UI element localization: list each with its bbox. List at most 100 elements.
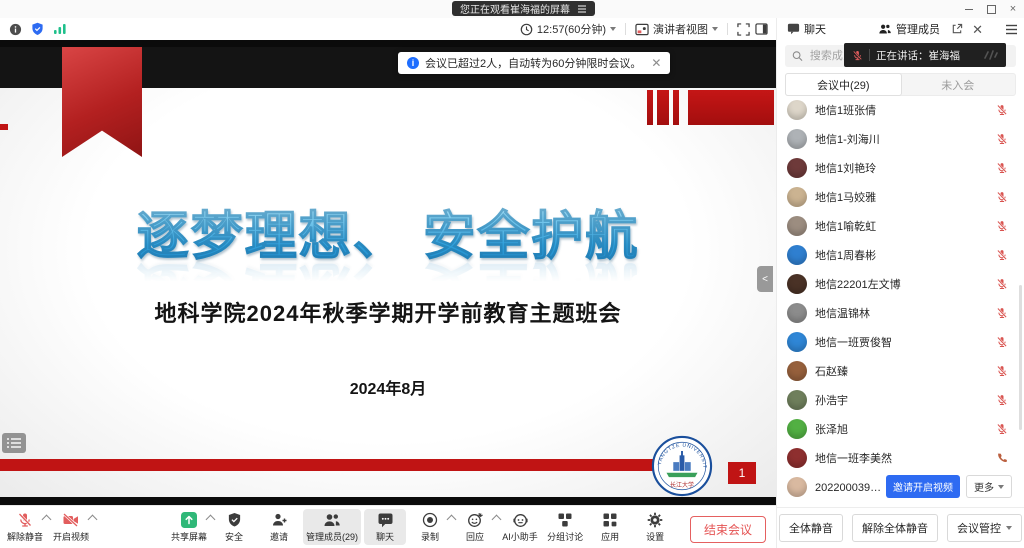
toolbar-item-label: 设置 <box>646 530 664 543</box>
screen-share-icon <box>180 511 198 529</box>
end-meeting-button[interactable]: 结束会议 <box>690 516 766 543</box>
avatar <box>787 361 807 381</box>
toolbar-item-label: 回应 <box>466 530 484 543</box>
network-signal-icon[interactable] <box>53 23 67 35</box>
avatar <box>787 448 807 468</box>
toolbar-item-camera-off[interactable]: 开启视频 <box>50 509 92 545</box>
toolbar-item-label: 邀请 <box>270 530 288 543</box>
panel-header: 聊天 管理成员 ✕ <box>776 18 1024 40</box>
member-status <box>996 133 1008 145</box>
mic-muted-icon <box>996 191 1008 203</box>
member-row[interactable]: 地信1喻乾虹 <box>777 211 1024 240</box>
watching-screen-banner[interactable]: 您正在观看崔海福的屏幕 <box>452 1 595 16</box>
avatar <box>787 477 807 497</box>
member-row[interactable]: 张泽旭 <box>777 414 1024 443</box>
shared-screen-stage: i 会议已超过2人，自动转为60分钟限时会议。 ✕ 逐梦理想、 安全护航 地科学… <box>0 40 776 505</box>
avatar <box>787 274 807 294</box>
panel-menu-button[interactable] <box>1005 24 1018 35</box>
toolbar-item-screen-share[interactable]: 共享屏幕 <box>168 509 210 545</box>
timer-text: 12:57(60分钟) <box>537 21 606 37</box>
member-name: 地信1-刘海川 <box>815 131 880 147</box>
maximize-button[interactable] <box>980 0 1002 18</box>
meeting-control-button[interactable]: 会议管控 <box>947 514 1022 542</box>
member-row[interactable]: 地信温锦林 <box>777 298 1024 327</box>
watching-menu-icon[interactable] <box>577 5 587 13</box>
side-panel-icon[interactable] <box>755 23 768 35</box>
notification-text: 会议已超过2人，自动转为60分钟限时会议。 <box>425 55 641 71</box>
toolbar-item-breakout[interactable]: 分组讨论 <box>544 509 586 545</box>
caret-down-icon <box>1006 526 1012 530</box>
toolbar-item-reaction[interactable]: 回应 <box>454 509 496 545</box>
mic-muted-icon <box>996 220 1008 232</box>
tab-members-label: 管理成员 <box>896 21 940 37</box>
member-row[interactable]: 地信1刘艳玲 <box>777 153 1024 182</box>
member-name: 张泽旭 <box>815 421 848 437</box>
member-row[interactable]: 地信1周春彬 <box>777 240 1024 269</box>
slide-date: 2024年8月 <box>0 375 776 399</box>
avatar <box>787 129 807 149</box>
member-name: 石赵臻 <box>815 363 848 379</box>
toolbar-item-label: 聊天 <box>376 530 394 543</box>
toolbar-item-mic-off[interactable]: 解除静音 <box>4 509 46 545</box>
invite-open-video-button[interactable]: 邀请开启视频 <box>886 475 960 498</box>
tab-chat[interactable]: 聊天 <box>787 21 826 37</box>
close-panel-button[interactable]: ✕ <box>972 23 983 36</box>
member-name: 地信1班张倩 <box>815 102 876 118</box>
view-mode-text: 演讲者视图 <box>653 21 708 37</box>
minimize-button[interactable] <box>958 0 980 18</box>
meeting-info-icon[interactable] <box>9 23 22 36</box>
slide-footer-band <box>0 459 694 471</box>
notification-close-icon[interactable]: ✕ <box>651 56 661 70</box>
member-row[interactable]: 地信一班贾俊智 <box>777 327 1024 356</box>
member-name: 地信温锦林 <box>815 305 870 321</box>
mic-muted-icon <box>996 336 1008 348</box>
close-window-button[interactable]: × <box>1002 0 1024 18</box>
member-row[interactable]: 2022000390地信1-马英俊... 邀请开启视频更多 <box>777 472 1024 501</box>
member-row[interactable]: 孙浩宇 <box>777 385 1024 414</box>
toolbar-item-members[interactable]: 管理成员(29) <box>303 509 361 545</box>
slide-red-bar <box>647 90 653 125</box>
member-row[interactable]: 石赵臻 <box>777 356 1024 385</box>
university-logo: YANGTZE UNIVERSITY 长江大学 <box>650 435 714 497</box>
tab-in-meeting[interactable]: 会议中(29) <box>785 73 902 96</box>
fullscreen-icon[interactable] <box>737 23 750 36</box>
toolbar-item-record[interactable]: 录制 <box>409 509 451 545</box>
slide-title: 逐梦理想、 安全护航 <box>0 194 776 269</box>
member-row[interactable]: 地信22201左文博 <box>777 269 1024 298</box>
toolbar-item-invite[interactable]: 邀请 <box>258 509 300 545</box>
mic-muted-icon <box>852 50 863 61</box>
member-row[interactable]: 地信一班李美然 <box>777 443 1024 472</box>
security-shield-icon[interactable] <box>31 22 44 36</box>
mute-all-button[interactable]: 全体静音 <box>779 514 843 542</box>
mic-muted-icon <box>996 394 1008 406</box>
toolbar-item-ai-assistant[interactable]: AI小助手 <box>499 509 541 545</box>
toolbar-item-chat[interactable]: 聊天 <box>364 509 406 545</box>
slide-red-accent <box>0 124 8 130</box>
member-status <box>996 191 1008 203</box>
toolbar-item-settings[interactable]: 设置 <box>634 509 676 545</box>
toolbar-item-label: AI小助手 <box>502 530 538 543</box>
member-row[interactable]: 地信1马姣雅 <box>777 182 1024 211</box>
toolbar-divider <box>625 23 626 35</box>
more-button[interactable]: 更多 <box>966 475 1012 498</box>
popout-panel-button[interactable] <box>951 23 963 35</box>
toolbar-item-shield[interactable]: 安全 <box>213 509 255 545</box>
tab-not-joined[interactable]: 未入会 <box>901 74 1016 95</box>
toolbar-item-label: 解除静音 <box>7 530 43 543</box>
scrollbar-thumb[interactable] <box>1019 285 1022 430</box>
chat-icon <box>377 512 394 528</box>
avatar <box>787 245 807 265</box>
member-row[interactable]: 地信1班张倩 <box>777 95 1024 124</box>
tab-manage-members[interactable]: 管理成员 <box>878 21 940 37</box>
member-row[interactable]: 地信1-刘海川 <box>777 124 1024 153</box>
unmute-all-button[interactable]: 解除全体静音 <box>852 514 938 542</box>
camera-off-icon <box>62 512 80 528</box>
meeting-timer[interactable]: 12:57(60分钟) <box>520 21 616 37</box>
member-filter-tabs: 会议中(29) 未入会 <box>785 73 1016 96</box>
chevron-up-icon[interactable] <box>88 515 98 525</box>
toolbar-item-apps[interactable]: 应用 <box>589 509 631 545</box>
panel-collapse-handle[interactable]: < <box>757 266 773 292</box>
members-panel: 正在讲话：崔海福 会议中(29) 未入会 地信1班张倩 地信1-刘海川 地信1刘… <box>776 40 1024 548</box>
member-name: 地信一班贾俊智 <box>815 334 892 350</box>
view-mode-selector[interactable]: 演讲者视图 <box>635 21 718 37</box>
